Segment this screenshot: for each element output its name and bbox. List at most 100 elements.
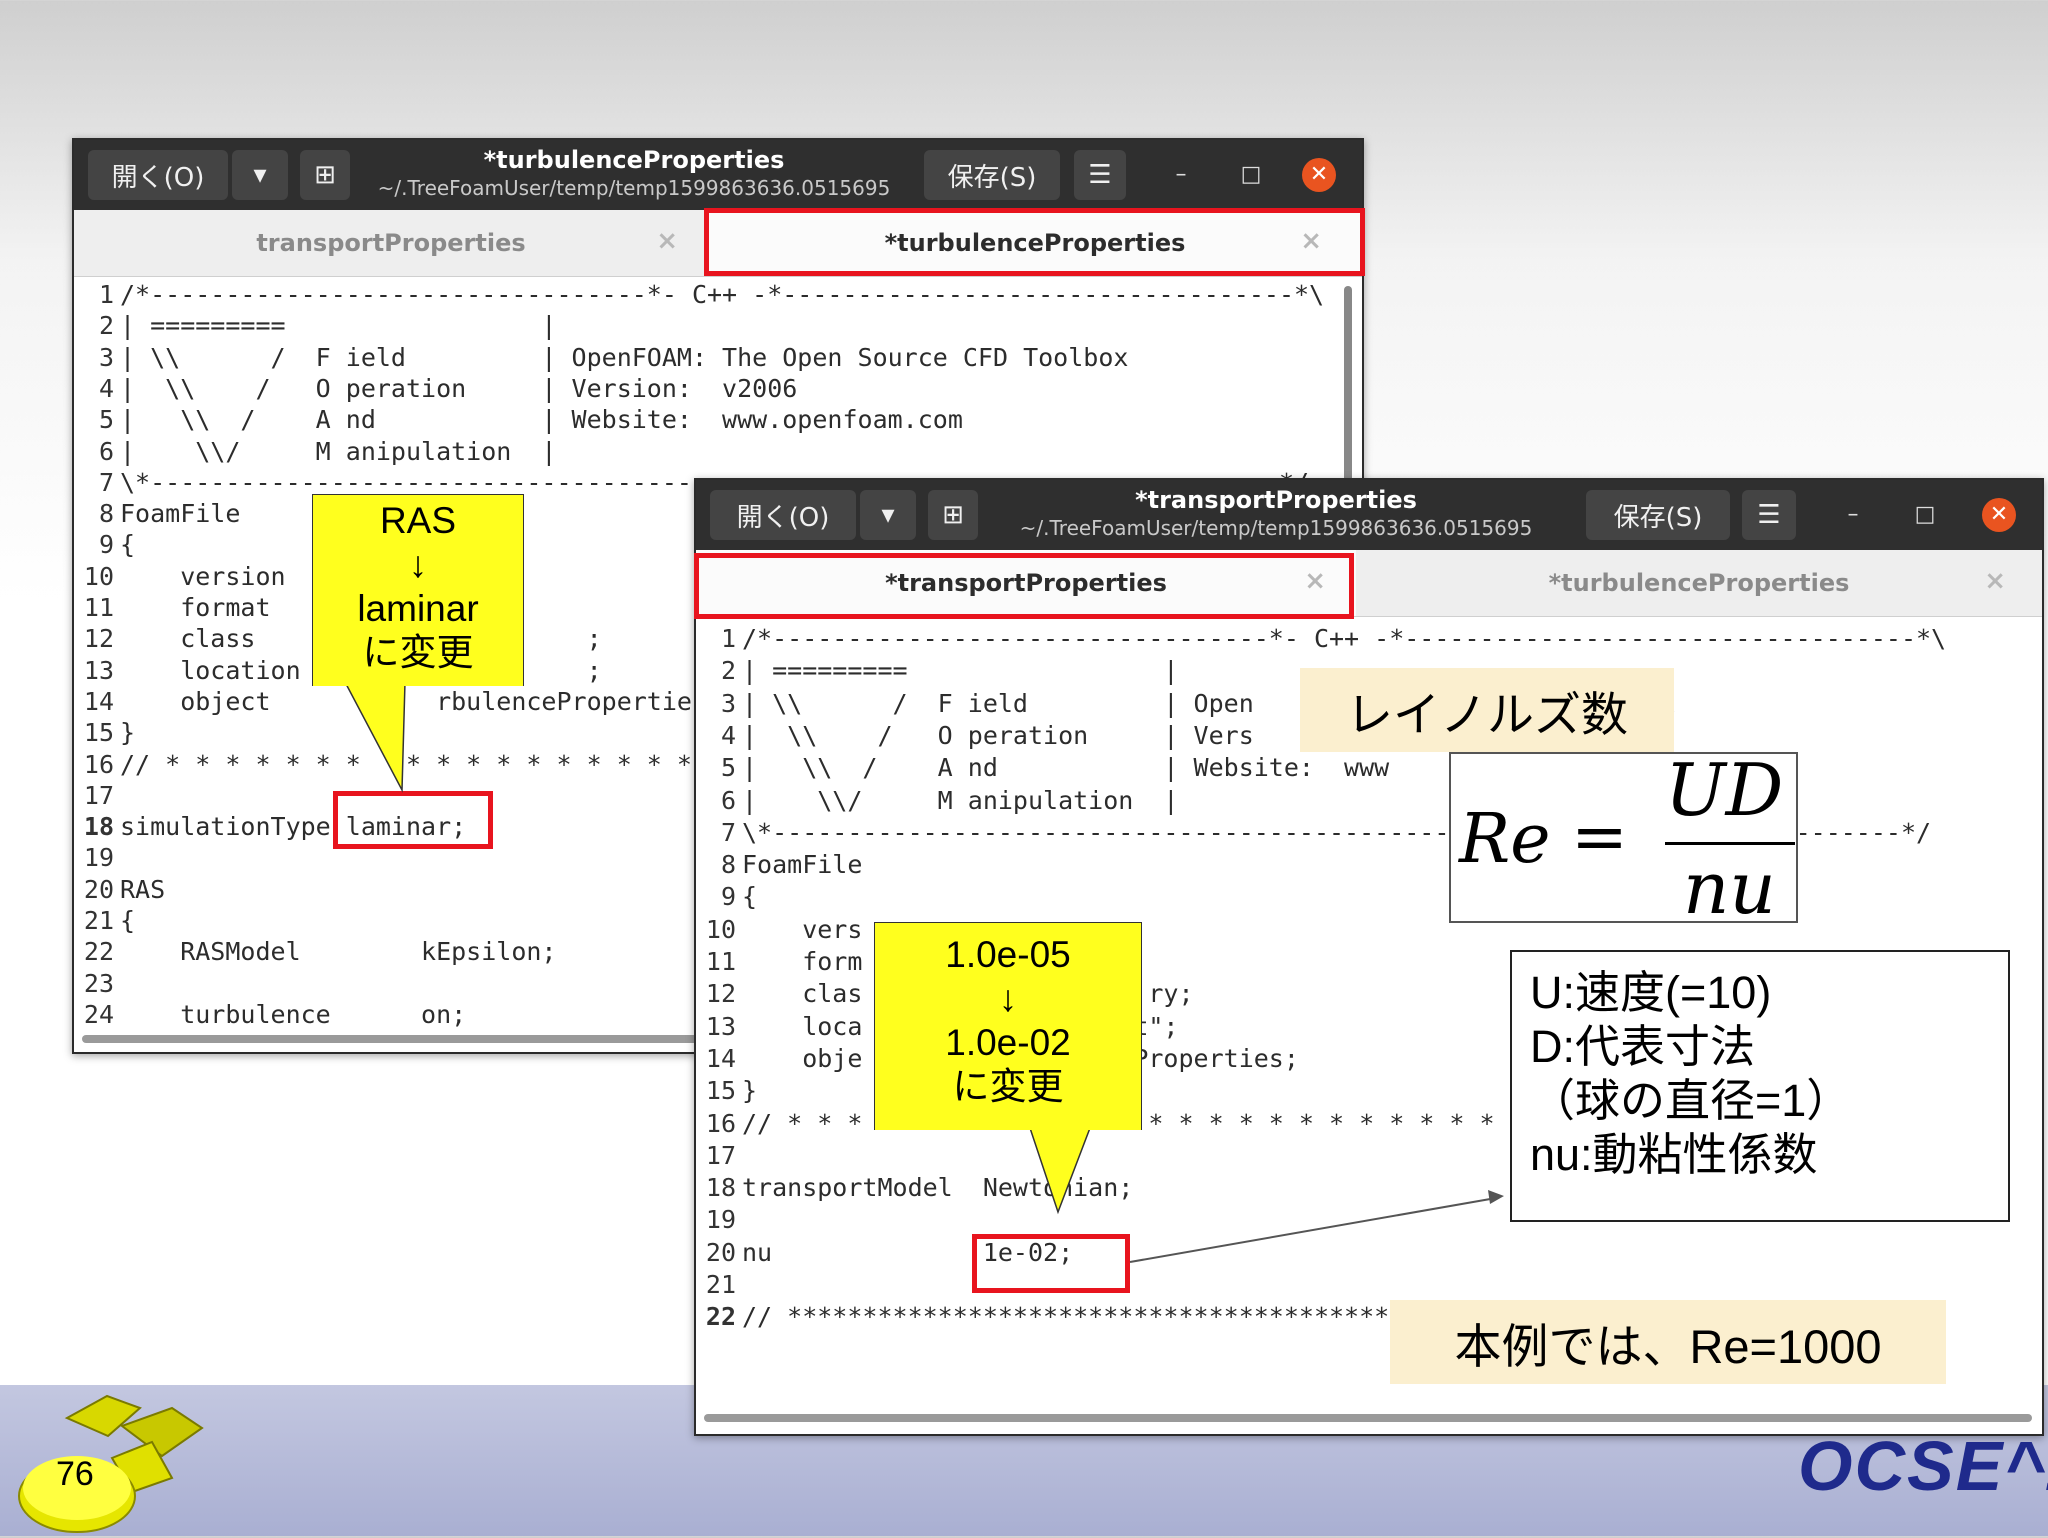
- line-text: {: [742, 882, 758, 912]
- line-number: 5: [98, 405, 114, 435]
- line-text: }: [742, 1076, 758, 1106]
- save-button[interactable]: 保存(S): [1586, 490, 1730, 540]
- code-line[interactable]: 6 | \\/ M anipulation |: [74, 437, 1344, 468]
- line-number: 3: [98, 342, 114, 372]
- note-line: D:代表寸法: [1530, 1021, 1756, 1072]
- chevron-down-icon: ▾: [881, 500, 895, 530]
- code-line[interactable]: 8 FoamFile: [696, 850, 2036, 881]
- line-number: 13: [705, 1011, 736, 1041]
- line-text: | \\ / A nd | Website: www.openfoam.com: [120, 405, 963, 435]
- code-line[interactable]: 4 | \\ / O peration | Version: v2006: [74, 374, 1344, 405]
- callout-line: 1.0e-05: [945, 934, 1071, 975]
- line-number: 5: [720, 753, 736, 783]
- tab-label: *turbulenceProperties: [1548, 569, 1850, 597]
- line-text: {: [120, 530, 136, 560]
- window-path: ~/.TreeFoamUser/temp/temp1599863636.0515…: [377, 176, 891, 200]
- horizontal-scrollbar[interactable]: [82, 1035, 702, 1043]
- code-line[interactable]: 2 | ========= |: [74, 311, 1344, 342]
- code-line[interactable]: 20 nu 1e-02;: [696, 1238, 2036, 1269]
- close-button[interactable]: ✕: [1982, 498, 2016, 532]
- formula-numerator: UD: [1665, 748, 1784, 832]
- open-dropdown-button[interactable]: ▾: [232, 150, 288, 200]
- line-number: 9: [98, 530, 114, 560]
- line-number: 10: [83, 561, 114, 591]
- line-number: 1: [720, 624, 736, 653]
- line-text: [736, 1270, 742, 1299]
- hamburger-icon: ☰: [1088, 160, 1112, 190]
- example-result-text: 本例では、Re=1000: [1454, 1319, 1882, 1373]
- close-tab-icon[interactable]: ×: [656, 226, 678, 256]
- line-text: [736, 1141, 742, 1170]
- line-number: 8: [98, 499, 114, 529]
- callout-line: RAS: [379, 500, 457, 541]
- titlebar: 開く(O) ▾ ⊞ *turbulenceProperties ~/.TreeF…: [74, 140, 1362, 210]
- line-text: | \\/ M anipulation |: [120, 436, 557, 466]
- line-number: 7: [720, 817, 736, 847]
- window-title-block: *transportProperties ~/.TreeFoamUser/tem…: [1016, 486, 1536, 540]
- code-line[interactable]: 3 | \\ / F ield | OpenFOAM: The Open Sour…: [74, 343, 1344, 374]
- line-text: // * * * * * * * * * * * * * * * * *: [120, 749, 692, 779]
- open-dropdown-button[interactable]: ▾: [860, 490, 916, 540]
- line-number: 3: [720, 688, 736, 718]
- example-result: 本例では、Re=1000: [1390, 1300, 1946, 1384]
- line-text: [114, 781, 120, 810]
- window-title: *transportProperties: [1135, 486, 1417, 514]
- maximize-button[interactable]: □: [1234, 158, 1268, 192]
- minimize-button[interactable]: –: [1164, 158, 1198, 192]
- line-number: 13: [83, 655, 114, 685]
- open-button[interactable]: 開く(O): [88, 150, 228, 200]
- line-number: 19: [83, 843, 114, 873]
- new-tab-button[interactable]: ⊞: [300, 150, 350, 200]
- tab-transport-properties[interactable]: transportProperties ×: [74, 210, 708, 276]
- maximize-button[interactable]: □: [1908, 498, 1942, 532]
- minimize-button[interactable]: –: [1836, 498, 1870, 532]
- line-number: 7: [98, 467, 114, 497]
- line-text: format: [120, 593, 271, 622]
- code-line[interactable]: 1/*---------------------------------*- C…: [696, 624, 2036, 655]
- close-icon: ✕: [1989, 502, 2009, 527]
- highlight-turbulence-tab: [704, 208, 1365, 276]
- line-number: 4: [720, 720, 736, 750]
- line-text: [114, 969, 120, 998]
- new-tab-icon: ⊞: [314, 160, 336, 190]
- code-line[interactable]: 21: [696, 1270, 2036, 1301]
- callout-arrow: ↓: [998, 978, 1018, 1019]
- line-text: /*---------------------------------*- C+…: [742, 624, 1947, 653]
- save-button[interactable]: 保存(S): [924, 150, 1060, 200]
- code-line[interactable]: 1/*---------------------------------*- C…: [74, 280, 1344, 311]
- line-number: 14: [705, 1043, 736, 1073]
- line-number: 10: [705, 914, 736, 944]
- line-number: 6: [720, 785, 736, 815]
- tab-turbulence-properties[interactable]: *turbulenceProperties ×: [1356, 550, 2042, 616]
- menu-button[interactable]: ☰: [1074, 150, 1126, 200]
- line-text: FoamFile: [742, 850, 863, 880]
- formula-eq: =: [1571, 798, 1628, 877]
- line-number: 8: [720, 850, 736, 880]
- reynolds-label-text: レイノルズ数: [1346, 687, 1628, 741]
- line-number: 14: [83, 686, 114, 716]
- code-line[interactable]: 6 | \\/ M anipulation |: [696, 786, 2036, 817]
- code-line[interactable]: 5 | \\ / A nd | Website: www.openfoam.com: [74, 405, 1344, 436]
- callout-nu-change: 1.0e-05 ↓ 1.0e-02 に変更: [874, 922, 1142, 1130]
- line-number: 6: [98, 436, 114, 466]
- code-line[interactable]: 9{: [696, 882, 2036, 913]
- line-text: object rbulenceProperties;: [120, 686, 723, 716]
- horizontal-scrollbar[interactable]: [704, 1414, 2032, 1422]
- menu-button[interactable]: ☰: [1742, 490, 1796, 540]
- formula-lhs: Re: [1459, 800, 1551, 879]
- code-line[interactable]: 7\*-------------------------------------…: [696, 818, 2036, 849]
- close-tab-icon[interactable]: ×: [1984, 566, 2006, 596]
- open-button[interactable]: 開く(O): [710, 490, 856, 540]
- line-number: 22: [83, 937, 114, 967]
- code-line[interactable]: 5 | \\ / A nd | Website: www: [696, 753, 2036, 784]
- line-text: transportModel Newtonian;: [742, 1173, 1134, 1203]
- line-number: 20: [705, 1237, 736, 1267]
- line-text: RASModel kEpsilon;: [120, 937, 557, 967]
- chevron-down-icon: ▾: [253, 160, 267, 190]
- window-path: ~/.TreeFoamUser/temp/temp1599863636.0515…: [1019, 516, 1533, 540]
- close-button[interactable]: ✕: [1302, 158, 1336, 192]
- line-text: | ========= |: [742, 656, 1179, 686]
- line-text: turbulence on;: [120, 999, 467, 1029]
- new-tab-button[interactable]: ⊞: [928, 490, 978, 540]
- line-text: form: [742, 947, 863, 976]
